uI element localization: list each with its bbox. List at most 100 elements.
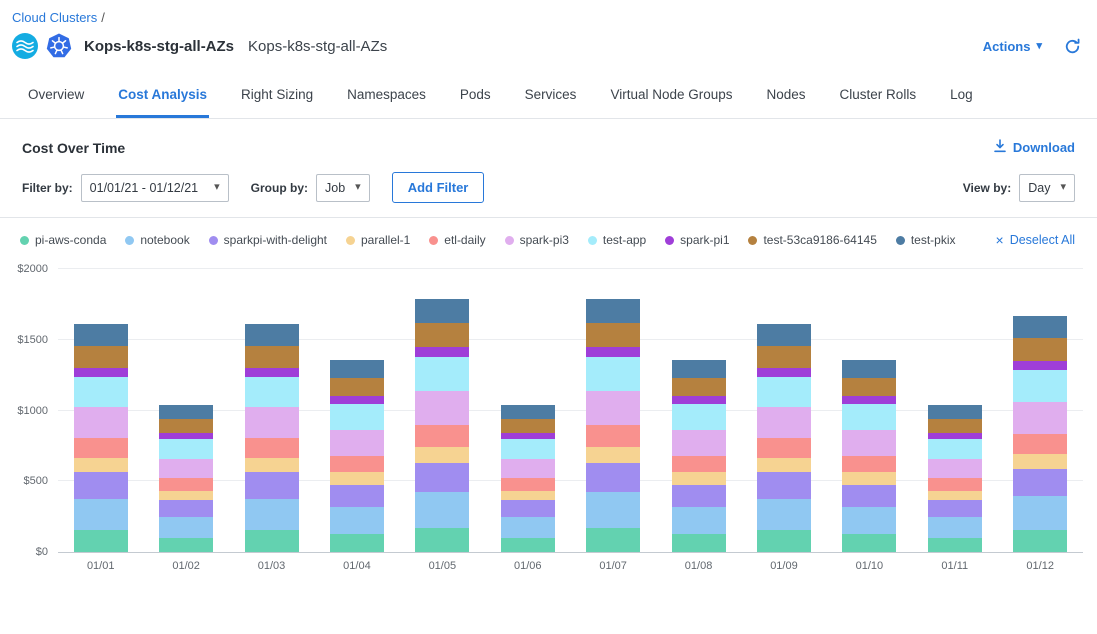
breadcrumb-link-cloud-clusters[interactable]: Cloud Clusters [12, 10, 97, 25]
bar-segment-test-pkix[interactable] [586, 299, 640, 323]
tab-cluster-rolls[interactable]: Cluster Rolls [838, 71, 919, 118]
bar-segment-sparkpi-with-delight[interactable] [159, 500, 213, 517]
bar-segment-pi-aws-conda[interactable] [501, 538, 555, 552]
bar-segment-notebook[interactable] [159, 517, 213, 538]
bar-segment-test-pkix[interactable] [245, 324, 299, 346]
bar-segment-parallel-1[interactable] [1013, 454, 1067, 469]
bar-segment-etl-daily[interactable] [672, 456, 726, 472]
bar-segment-pi-aws-conda[interactable] [415, 528, 469, 552]
bar-segment-spark-pi1[interactable] [74, 368, 128, 377]
stacked-bar-01/01[interactable] [74, 269, 128, 552]
bar-segment-sparkpi-with-delight[interactable] [586, 463, 640, 492]
bar-segment-spark-pi3[interactable] [757, 407, 811, 438]
bar-segment-sparkpi-with-delight[interactable] [842, 485, 896, 507]
bar-segment-sparkpi-with-delight[interactable] [928, 500, 982, 517]
tab-right-sizing[interactable]: Right Sizing [239, 71, 315, 118]
bar-segment-spark-pi1[interactable] [586, 347, 640, 357]
bar-segment-spark-pi3[interactable] [415, 391, 469, 425]
bar-segment-parallel-1[interactable] [757, 458, 811, 473]
legend-item-test-app[interactable]: test-app [588, 233, 646, 247]
bar-segment-test-app[interactable] [159, 439, 213, 459]
bar-segment-test-53ca9186-64145[interactable] [415, 323, 469, 347]
bar-segment-test-53ca9186-64145[interactable] [159, 419, 213, 433]
bar-segment-pi-aws-conda[interactable] [330, 534, 384, 552]
bar-segment-spark-pi3[interactable] [501, 459, 555, 479]
bar-segment-parallel-1[interactable] [245, 458, 299, 473]
bar-segment-test-app[interactable] [842, 404, 896, 430]
bar-segment-pi-aws-conda[interactable] [586, 528, 640, 552]
bar-segment-test-app[interactable] [330, 404, 384, 430]
tab-namespaces[interactable]: Namespaces [345, 71, 428, 118]
bar-segment-test-pkix[interactable] [842, 360, 896, 378]
bar-segment-pi-aws-conda[interactable] [928, 538, 982, 552]
legend-item-notebook[interactable]: notebook [125, 233, 189, 247]
bar-segment-parallel-1[interactable] [501, 491, 555, 501]
bar-segment-spark-pi1[interactable] [245, 368, 299, 377]
bar-segment-parallel-1[interactable] [928, 491, 982, 501]
bar-segment-etl-daily[interactable] [757, 438, 811, 457]
tab-overview[interactable]: Overview [26, 71, 86, 118]
bar-segment-test-pkix[interactable] [74, 324, 128, 346]
bar-segment-notebook[interactable] [586, 492, 640, 528]
bar-segment-test-pkix[interactable] [330, 360, 384, 378]
download-button[interactable]: Download [993, 139, 1075, 156]
bar-segment-sparkpi-with-delight[interactable] [245, 472, 299, 498]
bar-segment-parallel-1[interactable] [330, 472, 384, 484]
bar-segment-spark-pi3[interactable] [586, 391, 640, 425]
bar-segment-pi-aws-conda[interactable] [159, 538, 213, 552]
bar-segment-pi-aws-conda[interactable] [757, 530, 811, 552]
bar-segment-etl-daily[interactable] [74, 438, 128, 457]
group-by-select[interactable]: Job ▾ [316, 174, 370, 202]
add-filter-button[interactable]: Add Filter [392, 172, 485, 203]
stacked-bar-01/11[interactable] [928, 269, 982, 552]
tab-services[interactable]: Services [523, 71, 579, 118]
legend-item-parallel-1[interactable]: parallel-1 [346, 233, 410, 247]
bar-segment-spark-pi1[interactable] [330, 396, 384, 404]
legend-item-pi-aws-conda[interactable]: pi-aws-conda [20, 233, 106, 247]
bar-segment-etl-daily[interactable] [245, 438, 299, 457]
bar-segment-spark-pi1[interactable] [757, 368, 811, 377]
bar-segment-spark-pi3[interactable] [1013, 402, 1067, 434]
bar-segment-test-53ca9186-64145[interactable] [1013, 338, 1067, 360]
date-range-select[interactable]: 01/01/21 - 01/12/21 ▾ [81, 174, 229, 202]
view-by-select[interactable]: Day ▾ [1019, 174, 1075, 202]
bar-segment-sparkpi-with-delight[interactable] [74, 472, 128, 498]
bar-segment-spark-pi3[interactable] [245, 407, 299, 438]
bar-segment-notebook[interactable] [1013, 496, 1067, 529]
bar-segment-pi-aws-conda[interactable] [1013, 530, 1067, 552]
bar-segment-etl-daily[interactable] [842, 456, 896, 472]
stacked-bar-01/12[interactable] [1013, 269, 1067, 552]
bar-segment-notebook[interactable] [757, 499, 811, 531]
bar-segment-parallel-1[interactable] [672, 472, 726, 484]
bar-segment-sparkpi-with-delight[interactable] [501, 500, 555, 517]
bar-segment-etl-daily[interactable] [415, 425, 469, 447]
bar-segment-parallel-1[interactable] [842, 472, 896, 484]
stacked-bar-01/08[interactable] [672, 269, 726, 552]
bar-segment-test-pkix[interactable] [501, 405, 555, 419]
stacked-bar-01/07[interactable] [586, 269, 640, 552]
bar-segment-pi-aws-conda[interactable] [245, 530, 299, 552]
bar-segment-notebook[interactable] [928, 517, 982, 538]
bar-segment-notebook[interactable] [245, 499, 299, 531]
tab-pods[interactable]: Pods [458, 71, 493, 118]
bar-segment-spark-pi3[interactable] [330, 430, 384, 456]
bar-segment-test-53ca9186-64145[interactable] [928, 419, 982, 433]
legend-item-sparkpi-with-delight[interactable]: sparkpi-with-delight [209, 233, 327, 247]
bar-segment-etl-daily[interactable] [586, 425, 640, 447]
legend-item-test-pkix[interactable]: test-pkix [896, 233, 956, 247]
legend-item-test-53ca9186-64145[interactable]: test-53ca9186-64145 [748, 233, 876, 247]
bar-segment-test-53ca9186-64145[interactable] [330, 378, 384, 396]
bar-segment-etl-daily[interactable] [928, 478, 982, 490]
bar-segment-spark-pi3[interactable] [74, 407, 128, 438]
bar-segment-spark-pi3[interactable] [159, 459, 213, 479]
stacked-bar-01/06[interactable] [501, 269, 555, 552]
stacked-bar-01/03[interactable] [245, 269, 299, 552]
bar-segment-test-app[interactable] [586, 357, 640, 391]
bar-segment-test-app[interactable] [672, 404, 726, 430]
bar-segment-test-pkix[interactable] [928, 405, 982, 419]
legend-item-spark-pi1[interactable]: spark-pi1 [665, 233, 729, 247]
bar-segment-test-app[interactable] [74, 377, 128, 408]
actions-button[interactable]: Actions ▾ [983, 39, 1042, 54]
bar-segment-test-53ca9186-64145[interactable] [74, 346, 128, 368]
bar-segment-test-app[interactable] [501, 439, 555, 459]
